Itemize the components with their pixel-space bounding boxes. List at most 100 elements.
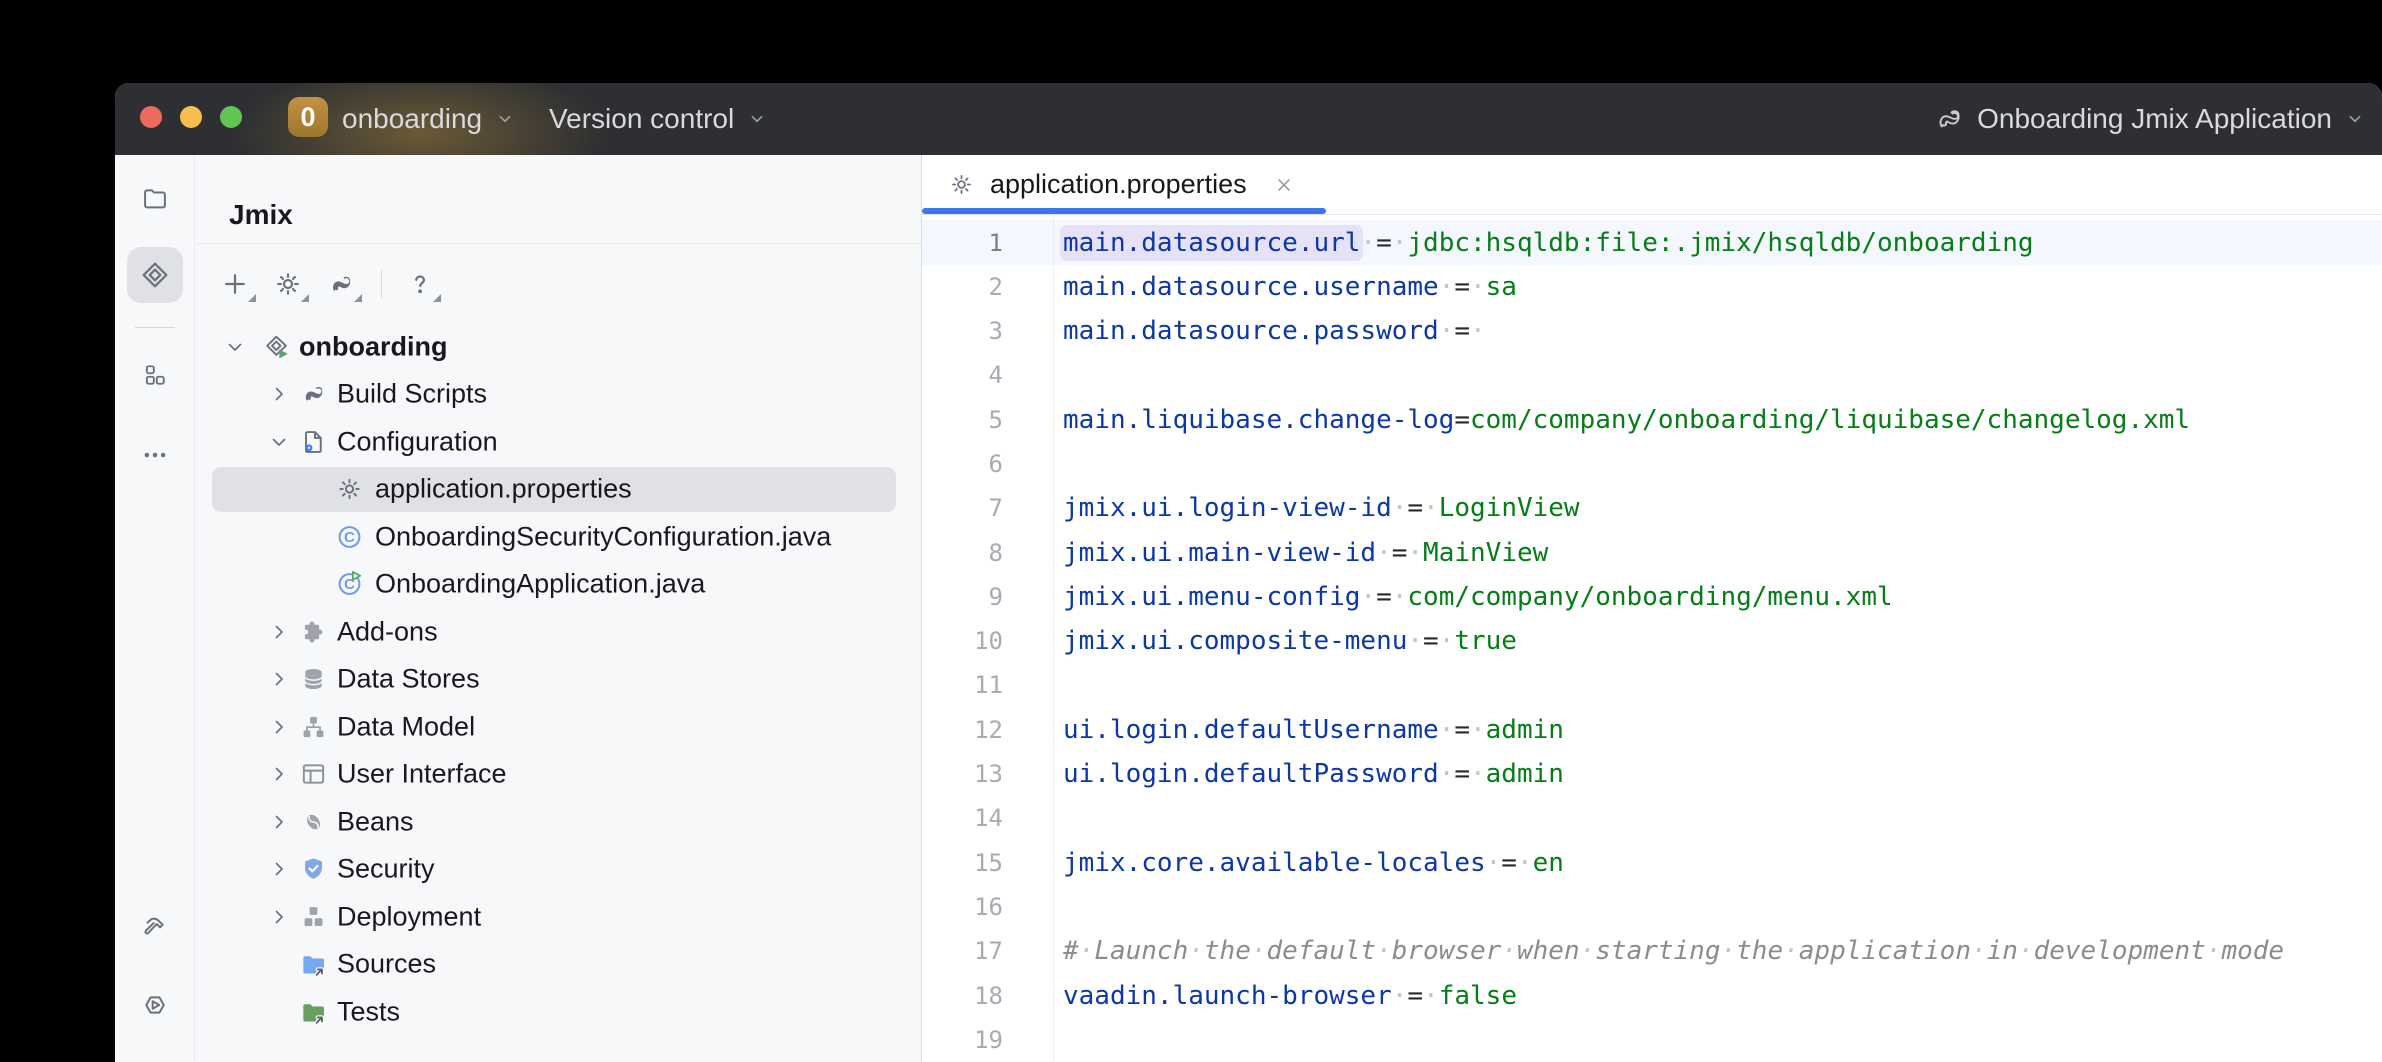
minimize-window-button[interactable] (180, 106, 202, 128)
notifications-badge[interactable]: 0 (288, 97, 328, 137)
tree-item-label: Security (337, 854, 435, 885)
line-number: 12 (922, 716, 1053, 744)
code-line-text[interactable]: jmix.ui.menu-config·=·com/company/onboar… (1053, 582, 1893, 612)
code-line-1: 1main.datasource.url·=·jdbc:hsqldb:file:… (922, 220, 2382, 264)
code-line-15: 15jmix.core.available-locales·=·en (922, 841, 2382, 885)
line-number: 13 (922, 760, 1053, 788)
tree-item-label: onboarding (299, 331, 447, 362)
tree-item-onboardingsecurityconfiguration-java[interactable]: C OnboardingSecurityConfiguration.java (195, 513, 921, 561)
toolbar-help-button[interactable] (405, 269, 435, 299)
tree-item-onboardingapplication-java[interactable]: COnboardingApplication.java (195, 561, 921, 609)
tab-application-properties[interactable]: application.properties (922, 155, 1326, 214)
code-line-text[interactable]: ui.login.defaultUsername·=·admin (1053, 715, 1564, 745)
line-number: 6 (922, 450, 1053, 478)
chevron-collapsed-icon[interactable] (267, 810, 291, 834)
line-number: 11 (922, 671, 1053, 699)
editor-tabs: application.properties (922, 155, 2382, 215)
deployment-icon (299, 902, 328, 931)
code-line-12: 12ui.login.defaultUsername·=·admin (922, 708, 2382, 752)
code-line-text[interactable]: vaadin.launch-browser·=·false (1053, 981, 1517, 1011)
titlebar: 0 onboarding Version control Onboarding … (115, 83, 2382, 155)
line-number: 3 (922, 317, 1053, 345)
toolbar-settings-button[interactable] (273, 269, 303, 299)
tree-item-label: OnboardingApplication.java (375, 569, 705, 600)
stripe-button-build[interactable] (141, 913, 169, 941)
stripe-button-structure[interactable] (141, 361, 169, 389)
chevron-down-icon (494, 108, 516, 130)
tree-item-deployment[interactable]: Deployment (195, 893, 921, 941)
code-line-text[interactable]: jmix.ui.main-view-id·=·MainView (1053, 538, 1548, 568)
code-area: 1main.datasource.url·=·jdbc:hsqldb:file:… (922, 215, 2382, 1062)
chevron-collapsed-icon[interactable] (267, 857, 291, 881)
tree-item-sources[interactable]: Sources (195, 941, 921, 989)
tree-item-onboarding[interactable]: onboarding (195, 323, 921, 371)
structure-icon (141, 361, 169, 389)
tree-item-configuration[interactable]: Configuration (195, 418, 921, 466)
settings-icon (273, 269, 303, 299)
chevron-collapsed-icon[interactable] (267, 905, 291, 929)
line-number: 14 (922, 804, 1053, 832)
tree-item-tests[interactable]: Tests (195, 988, 921, 1036)
vcs-selector[interactable]: Version control (549, 83, 768, 155)
properties-file-icon (335, 475, 364, 504)
code-line-text[interactable]: jmix.ui.login-view-id·=·LoginView (1053, 493, 1580, 523)
tree-item-beans[interactable]: Beans (195, 798, 921, 846)
tree-item-data-model[interactable]: Data Model (195, 703, 921, 751)
tree-item-label: Tests (337, 996, 400, 1027)
chevron-expanded-icon[interactable] (267, 430, 291, 454)
project-selector[interactable]: onboarding (342, 83, 516, 155)
code-line-text[interactable]: #·Launch·the·default·browser·when·starti… (1053, 936, 2284, 966)
code-line-9: 9jmix.ui.menu-config·=·com/company/onboa… (922, 575, 2382, 619)
stripe-button-jmix[interactable] (127, 247, 183, 303)
code-line-10: 10jmix.ui.composite-menu·=·true (922, 619, 2382, 663)
tests-folder-icon (299, 997, 328, 1026)
zoom-window-button[interactable] (220, 106, 242, 128)
code-line-text[interactable]: jmix.ui.composite-menu·=·true (1053, 626, 1517, 656)
toolbar-add-button[interactable] (220, 269, 250, 299)
chevron-collapsed-icon[interactable] (267, 715, 291, 739)
code-line-text[interactable]: main.liquibase.change-log=com/company/on… (1053, 405, 2190, 435)
chevron-collapsed-icon[interactable] (267, 382, 291, 406)
vcs-selector-label: Version control (549, 103, 734, 135)
code-line-text[interactable]: main.datasource.username·=·sa (1053, 272, 1517, 302)
data-stores-icon (299, 665, 328, 694)
code-line-18: 18vaadin.launch-browser·=·false (922, 973, 2382, 1017)
chevron-expanded-icon[interactable] (223, 335, 247, 359)
tree-item-application-properties[interactable]: application.properties (195, 466, 921, 514)
line-number: 16 (922, 893, 1053, 921)
tree-item-build-scripts[interactable]: Build Scripts (195, 371, 921, 419)
svg-text:C: C (344, 529, 355, 546)
run-configuration-selector[interactable]: Onboarding Jmix Application (1933, 83, 2366, 155)
chevron-down-icon (2344, 108, 2366, 130)
toolbar-gradle-button[interactable] (326, 269, 356, 299)
stripe-button-more-tools[interactable] (141, 441, 169, 469)
project-tree: onboarding Build ScriptsConfigurationappl… (195, 323, 921, 1062)
code-line-8: 8jmix.ui.main-view-id·=·MainView (922, 530, 2382, 574)
tree-item-label: Data Model (337, 711, 475, 742)
code-line-14: 14 (922, 796, 2382, 840)
line-number: 19 (922, 1026, 1053, 1054)
tree-item-label: OnboardingSecurityConfiguration.java (375, 521, 831, 552)
help-icon (405, 269, 435, 299)
tree-item-user-interface[interactable]: User Interface (195, 751, 921, 799)
tree-item-security[interactable]: Security (195, 846, 921, 894)
chevron-collapsed-icon[interactable] (267, 620, 291, 644)
close-icon[interactable] (1272, 173, 1296, 197)
tree-item-data-stores[interactable]: Data Stores (195, 656, 921, 704)
stripe-button-services[interactable] (141, 991, 169, 1019)
window-controls (140, 106, 242, 128)
chevron-collapsed-icon[interactable] (267, 667, 291, 691)
code-line-text[interactable]: ui.login.defaultPassword·=·admin (1053, 759, 1564, 789)
close-window-button[interactable] (140, 106, 162, 128)
java-class-icon: C (335, 522, 364, 551)
code-line-text[interactable]: main.datasource.url·=·jdbc:hsqldb:file:.… (1053, 228, 2034, 258)
code-line-text[interactable]: jmix.core.available-locales·=·en (1053, 848, 1564, 878)
tree-item-label: Add-ons (337, 616, 438, 647)
code-line-text[interactable]: main.datasource.password·=· (1053, 316, 1486, 346)
tab-label: application.properties (990, 169, 1247, 200)
tree-item-add-ons[interactable]: Add-ons (195, 608, 921, 656)
chevron-collapsed-icon[interactable] (267, 762, 291, 786)
jmix-tool-window: Jmix onboardingBuild ScriptsConfiguratio… (195, 155, 922, 1062)
gear-icon (948, 171, 975, 198)
stripe-button-project-folder[interactable] (141, 184, 169, 212)
